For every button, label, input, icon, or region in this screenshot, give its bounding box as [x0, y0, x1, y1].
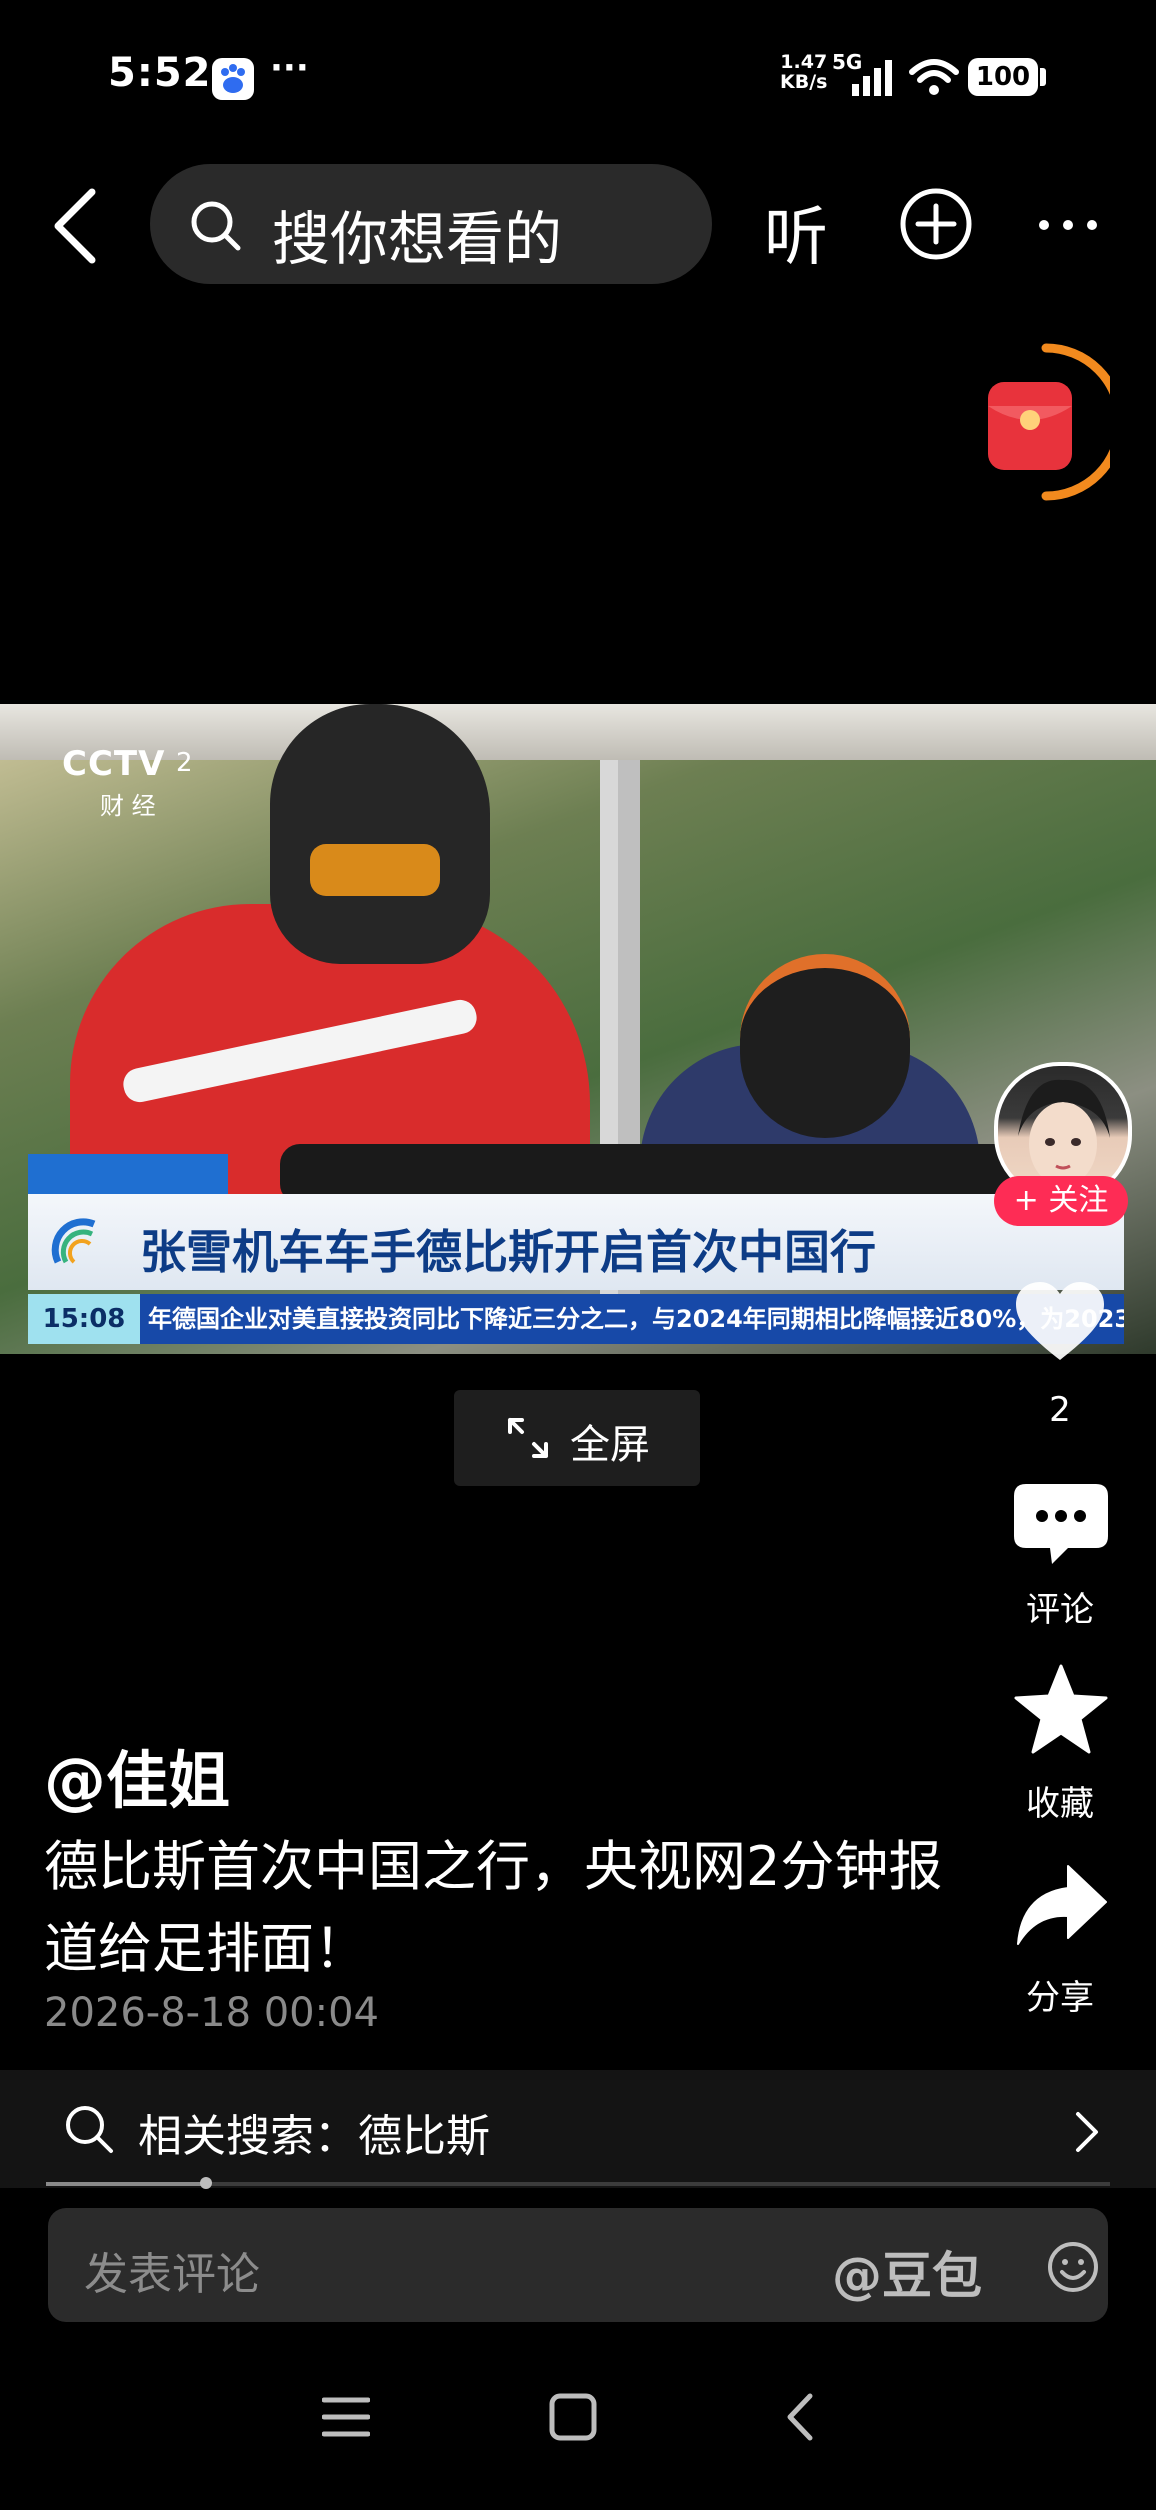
menu-lines-icon — [321, 2397, 371, 2437]
channel-arc-icon — [48, 1212, 108, 1272]
playback-progress-knob[interactable] — [199, 2177, 212, 2189]
follow-button[interactable]: + 关注 — [994, 1176, 1128, 1226]
video-scene-goggle — [310, 844, 440, 896]
search-icon — [66, 2106, 113, 2153]
comment-placeholder: 发表评论 — [84, 2249, 260, 2300]
ticker-text: 年德国企业对美直接投资同比下降近三分之二，与2024年同期相比降幅接近80%，为… — [148, 1305, 1124, 1333]
playback-progress-fill — [46, 2182, 206, 2186]
like-count: 2 — [1049, 1390, 1071, 1430]
channel-sub: 财 经 — [100, 792, 156, 820]
lower-third-tag — [28, 1154, 228, 1194]
share-arrow-icon — [1017, 1865, 1107, 1945]
chevron-right-icon — [1076, 2112, 1098, 2152]
red-envelope-icon — [988, 343, 1125, 501]
network-speed-value: 1.47 — [780, 51, 828, 73]
emoji-icon[interactable] — [1046, 2240, 1100, 2294]
chevron-left-icon — [54, 188, 96, 264]
channel-number: 2 — [176, 748, 193, 778]
network-speed-unit: KB/s — [780, 71, 828, 93]
related-search-bar[interactable]: 相关搜索：德比斯 — [0, 2070, 1156, 2188]
expand-icon — [508, 1418, 548, 1458]
favorite-button[interactable] — [1014, 1664, 1108, 1754]
system-back-button[interactable] — [784, 2392, 814, 2442]
back-button[interactable] — [48, 186, 104, 266]
plus-circle-icon — [900, 188, 972, 260]
signal-icon — [848, 58, 896, 98]
channel-logo: CCTV — [62, 744, 166, 784]
video-scene-tent — [0, 704, 1156, 760]
search-placeholder: 搜你想看的 — [272, 205, 563, 273]
listen-button[interactable]: 听 — [764, 186, 828, 278]
chevron-left-icon — [787, 2393, 813, 2441]
video-headline: 张雪机车车手德比斯开启首次中国行 — [140, 1225, 876, 1279]
system-recents-button[interactable] — [321, 2396, 371, 2438]
heart-icon — [1016, 1282, 1104, 1360]
status-time: 5:52 — [108, 50, 212, 96]
comment-label: 评论 — [1026, 1590, 1094, 1630]
comment-bubble-icon — [1014, 1484, 1108, 1564]
search-bar[interactable]: 搜你想看的 — [150, 164, 712, 284]
system-home-button[interactable] — [548, 2392, 598, 2442]
battery-indicator: 100 — [968, 58, 1038, 96]
related-search-label: 相关搜索：德比斯 — [138, 2111, 490, 2162]
author-name[interactable]: @佳姐 — [44, 1730, 230, 1820]
post-date: 2026-8-18 00:04 — [44, 1990, 379, 2036]
doubao-mention-button[interactable]: @豆包 — [832, 2236, 982, 2308]
share-button[interactable] — [1014, 1864, 1108, 1948]
search-icon — [191, 201, 241, 251]
wifi-icon — [908, 58, 960, 98]
baidu-app-icon — [212, 58, 254, 100]
fullscreen-button[interactable]: 全屏 — [454, 1390, 700, 1486]
more-dots-icon — [1039, 220, 1097, 230]
video-scene-helmet — [740, 954, 910, 1138]
square-icon — [549, 2393, 597, 2441]
fullscreen-label: 全屏 — [570, 1422, 650, 1468]
star-icon — [1014, 1664, 1108, 1754]
favorite-label: 收藏 — [1026, 1784, 1094, 1824]
post-caption: 德比斯首次中国之行，央视网2分钟报道给足排面！ — [44, 1835, 943, 1980]
share-label: 分享 — [1026, 1978, 1094, 2018]
video-scene-helmet — [270, 704, 490, 964]
battery-tip — [1040, 68, 1046, 86]
news-ticker: 15:08 年德国企业对美直接投资同比下降近三分之二，与2024年同期相比降幅接… — [28, 1294, 1124, 1344]
comment-input[interactable]: 发表评论 @豆包 — [48, 2208, 1108, 2322]
red-packet-widget[interactable] — [976, 342, 1125, 502]
comment-button[interactable] — [1012, 1482, 1110, 1568]
like-button[interactable] — [1014, 1280, 1106, 1364]
add-button[interactable] — [898, 186, 974, 262]
more-button[interactable] — [1036, 200, 1100, 250]
network-speed: 1.47 KB/s — [780, 52, 827, 92]
status-overflow-dots: ··· — [270, 48, 309, 88]
ticker-time: 15:08 — [28, 1294, 140, 1344]
